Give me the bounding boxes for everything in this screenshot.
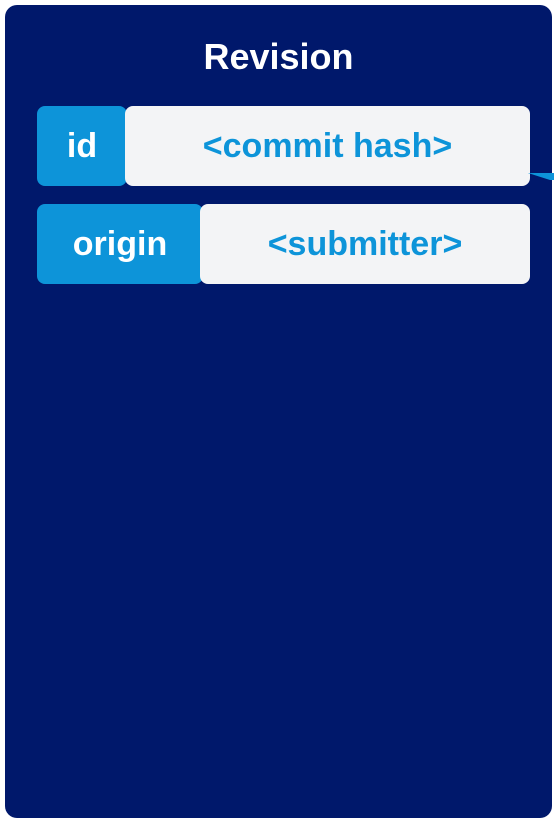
field-row-id: id <commit hash> bbox=[37, 106, 534, 186]
field-key-id: id bbox=[37, 106, 127, 186]
field-value-submitter: <submitter> bbox=[200, 204, 530, 284]
field-value-commit-hash: <commit hash> bbox=[125, 106, 530, 186]
connector-arrow bbox=[528, 173, 554, 180]
card-title: Revision bbox=[203, 36, 354, 77]
revision-card: Revision id <commit hash> origin <submit… bbox=[5, 5, 552, 818]
field-row-origin: origin <submitter> bbox=[37, 204, 534, 284]
field-key-origin: origin bbox=[37, 204, 203, 284]
